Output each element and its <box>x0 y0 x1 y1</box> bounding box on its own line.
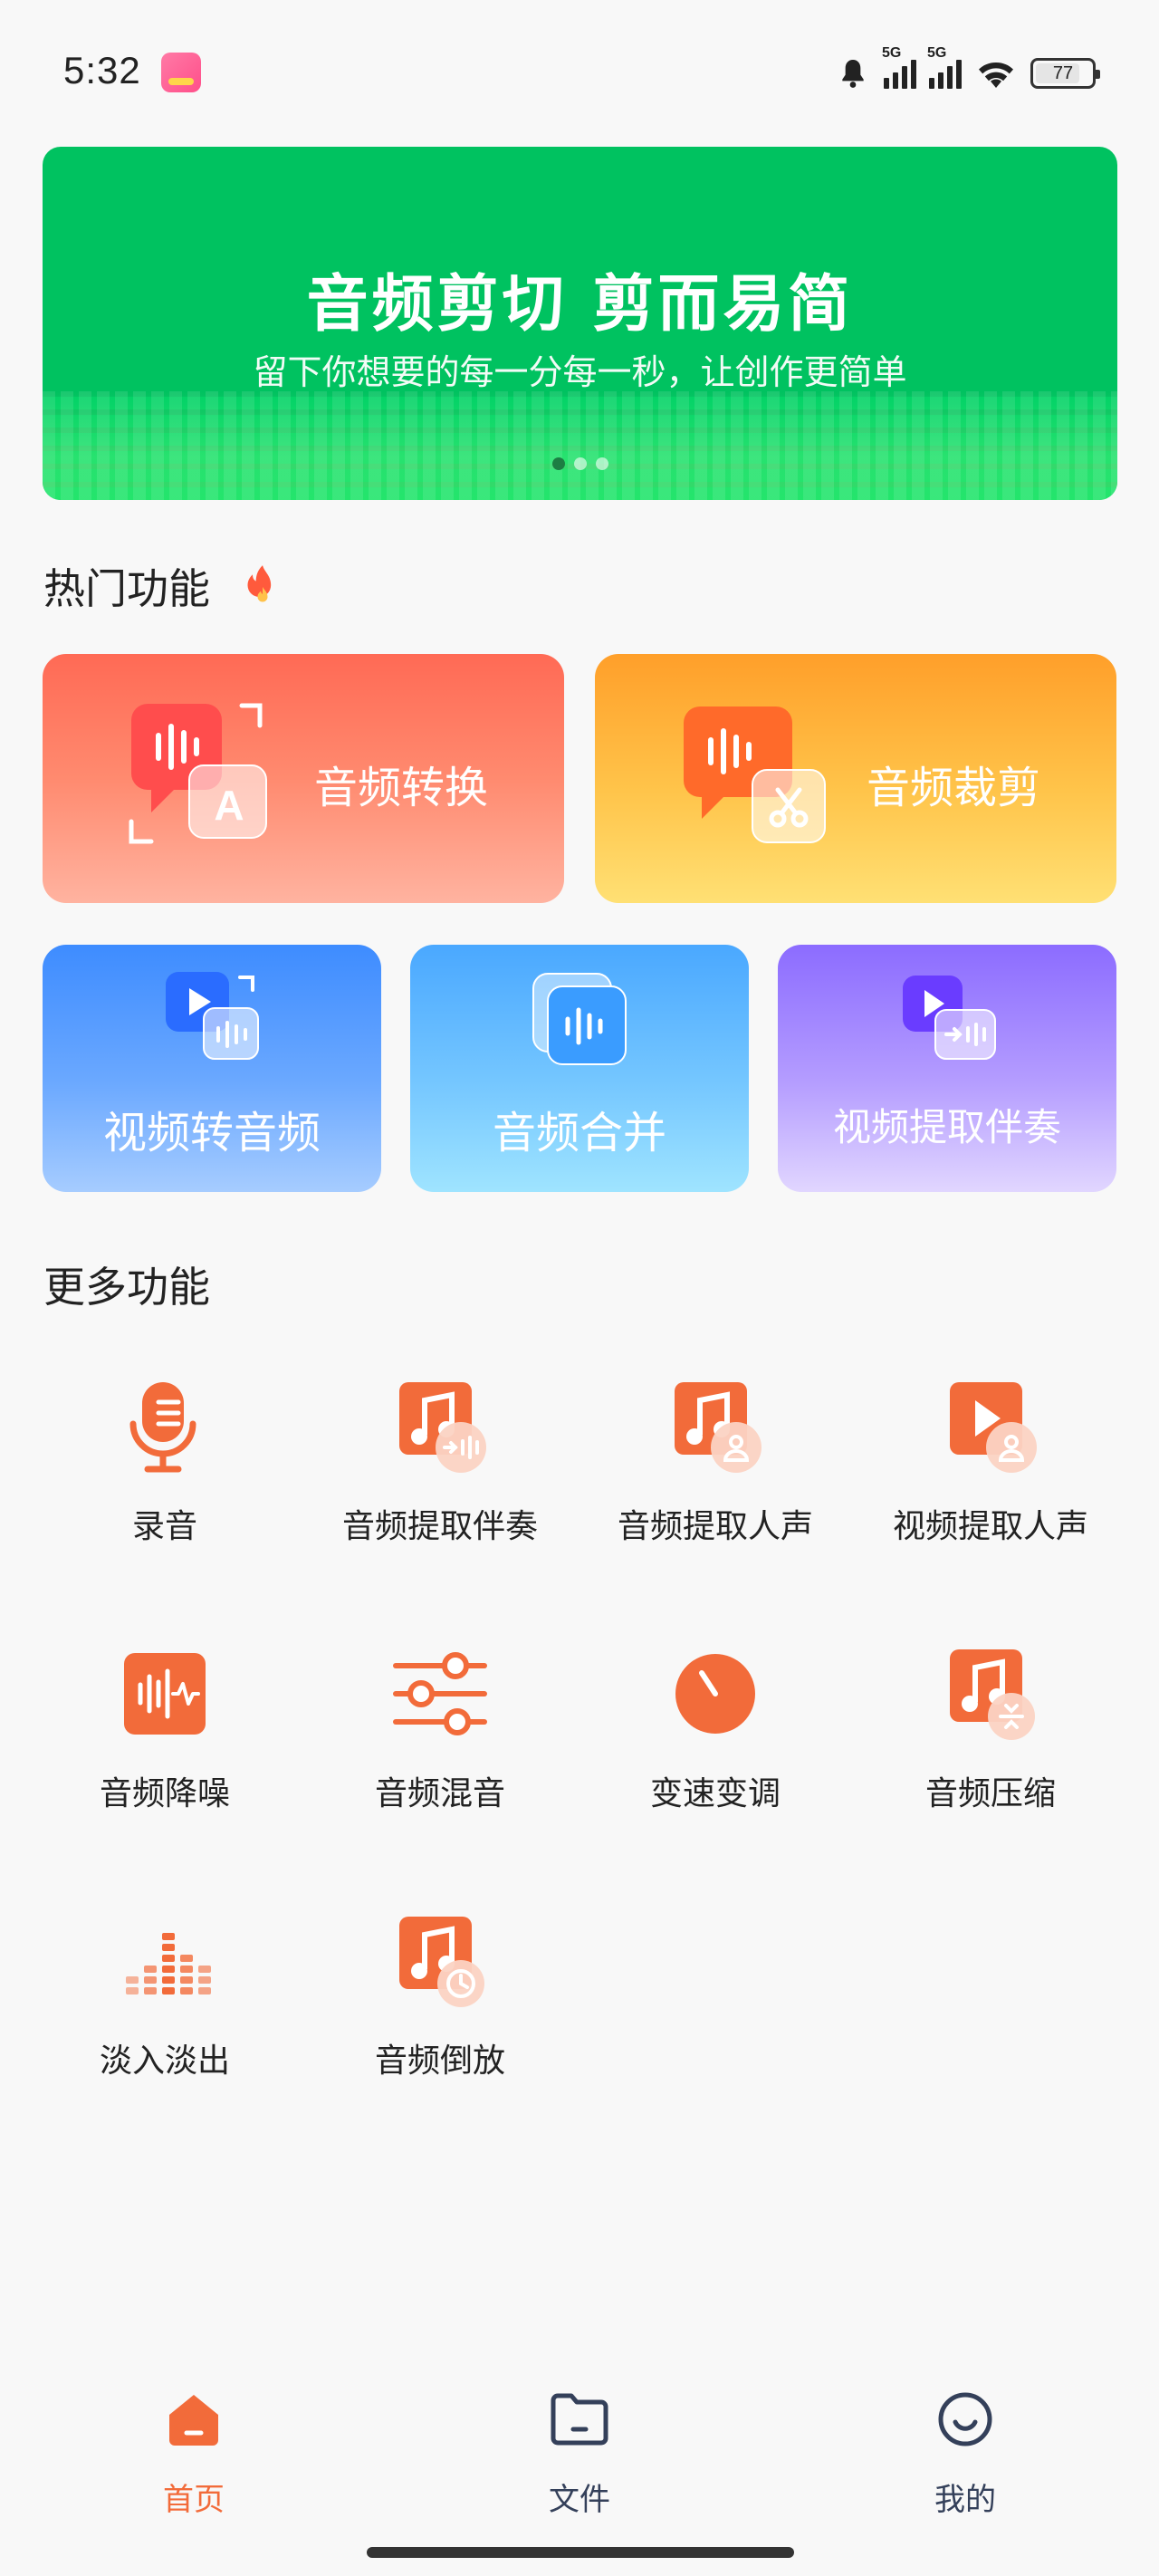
audio-compress-item[interactable]: 音频压缩 <box>855 1644 1126 1861</box>
audio-extract-accompaniment-item[interactable]: 音频提取伴奏 <box>304 1377 576 1594</box>
audio-mix-label: 音频混音 <box>374 1775 505 1812</box>
signal-2-label: 5G <box>927 45 947 61</box>
nav-home[interactable]: 首页 <box>103 2388 284 2533</box>
microphone-icon <box>129 1382 196 1473</box>
noise-reduction-icon <box>124 1653 206 1735</box>
fire-icon <box>247 565 272 602</box>
fade-bars-icon <box>126 1933 211 1994</box>
audio-merge-card[interactable]: 音频合并 <box>410 945 749 1192</box>
bilibili-app-icon <box>161 53 201 92</box>
audio-compress-label: 音频压缩 <box>924 1775 1056 1812</box>
audio-extract-vocal-label: 音频提取人声 <box>617 1508 813 1545</box>
audio-convert-icon: A <box>129 703 267 844</box>
audio-cut-card[interactable]: 音频裁剪 <box>595 654 1116 903</box>
noise-reduction-item[interactable]: 音频降噪 <box>29 1644 301 1861</box>
more-section-title: 更多功能 <box>43 1263 210 1312</box>
record-label: 录音 <box>131 1508 197 1545</box>
audio-cut-label: 音频裁剪 <box>867 763 1041 813</box>
record-item[interactable]: 录音 <box>29 1377 301 1594</box>
folder-icon <box>551 2393 608 2446</box>
video-extract-accompaniment-label: 视频提取伴奏 <box>832 1105 1061 1149</box>
music-reverse-icon <box>399 1917 484 2007</box>
home-indicator[interactable] <box>367 2547 794 2558</box>
nav-profile[interactable]: 我的 <box>875 2388 1056 2533</box>
banner-dot[interactable] <box>552 457 565 470</box>
banner-title: 音频剪切 剪而易简 <box>306 269 854 341</box>
audio-extract-accompaniment-label: 音频提取伴奏 <box>341 1508 538 1545</box>
banner-subtitle: 留下你想要的每一分每一秒，让创作更简单 <box>253 352 907 392</box>
speed-dial-icon <box>675 1654 755 1734</box>
nav-home-label: 首页 <box>163 2482 225 2518</box>
video-to-audio-card[interactable]: 视频转音频 <box>43 945 381 1192</box>
audio-convert-label: 音频转换 <box>314 763 489 813</box>
audio-cut-icon <box>684 706 826 843</box>
signal-1-label: 5G <box>882 45 902 61</box>
banner-pagination <box>552 457 608 470</box>
svg-text:A: A <box>214 782 244 829</box>
mixer-sliders-icon <box>393 1652 487 1735</box>
nav-files[interactable]: 文件 <box>489 2388 670 2533</box>
speed-pitch-label: 变速变调 <box>649 1775 781 1812</box>
music-extract-vocal-icon <box>675 1382 761 1473</box>
battery-level: 77 <box>1052 62 1074 83</box>
home-icon <box>169 2395 218 2446</box>
video-to-audio-label: 视频转音频 <box>102 1108 321 1158</box>
audio-mix-item[interactable]: 音频混音 <box>304 1644 576 1861</box>
video-extract-accompaniment-card[interactable]: 视频提取伴奏 <box>778 945 1116 1192</box>
cell-signal-2-icon: 5G <box>927 45 962 89</box>
music-extract-accompaniment-icon <box>399 1382 486 1473</box>
battery-icon: 77 <box>1030 58 1100 89</box>
video-extract-vocal-label: 视频提取人声 <box>892 1508 1088 1545</box>
wifi-icon <box>979 62 1013 88</box>
audio-extract-vocal-item[interactable]: 音频提取人声 <box>580 1377 851 1594</box>
cell-signal-1-icon: 5G <box>882 45 916 89</box>
profile-smile-icon <box>938 2392 992 2446</box>
banner-dot[interactable] <box>574 457 587 470</box>
audio-convert-card[interactable]: A 音频转换 <box>43 654 564 903</box>
banner-dot[interactable] <box>596 457 608 470</box>
video-extract-vocal-item[interactable]: 视频提取人声 <box>855 1377 1126 1594</box>
audio-merge-label: 音频合并 <box>492 1108 666 1158</box>
noise-reduction-label: 音频降噪 <box>99 1775 230 1812</box>
audio-reverse-label: 音频倒放 <box>374 2043 505 2080</box>
bottom-navigation: 首页 文件 我的 <box>0 2355 1159 2536</box>
speed-pitch-item[interactable]: 变速变调 <box>580 1644 851 1861</box>
banner-pixel-decoration <box>43 391 1117 500</box>
fade-label: 淡入淡出 <box>99 2043 230 2080</box>
fade-item[interactable]: 淡入淡出 <box>29 1911 301 2129</box>
music-compress-icon <box>950 1649 1035 1740</box>
promo-banner[interactable]: 音频剪切 剪而易简 留下你想要的每一分每一秒，让创作更简单 <box>43 147 1117 500</box>
nav-files-label: 文件 <box>549 2482 610 2518</box>
status-time: 5:32 <box>63 49 141 91</box>
audio-reverse-item[interactable]: 音频倒放 <box>304 1911 576 2129</box>
bell-icon <box>842 60 864 88</box>
status-bar: 5:32 5G 5G 77 <box>0 0 1159 145</box>
video-extract-vocal-icon <box>950 1382 1037 1473</box>
video-extract-accompaniment-icon <box>903 976 996 1060</box>
hot-section-title: 热门功能 <box>43 564 210 613</box>
nav-profile-label: 我的 <box>934 2482 996 2518</box>
audio-merge-icon <box>532 973 627 1065</box>
status-indicators: 5G 5G 77 <box>835 45 1100 96</box>
video-to-audio-icon <box>166 972 259 1060</box>
